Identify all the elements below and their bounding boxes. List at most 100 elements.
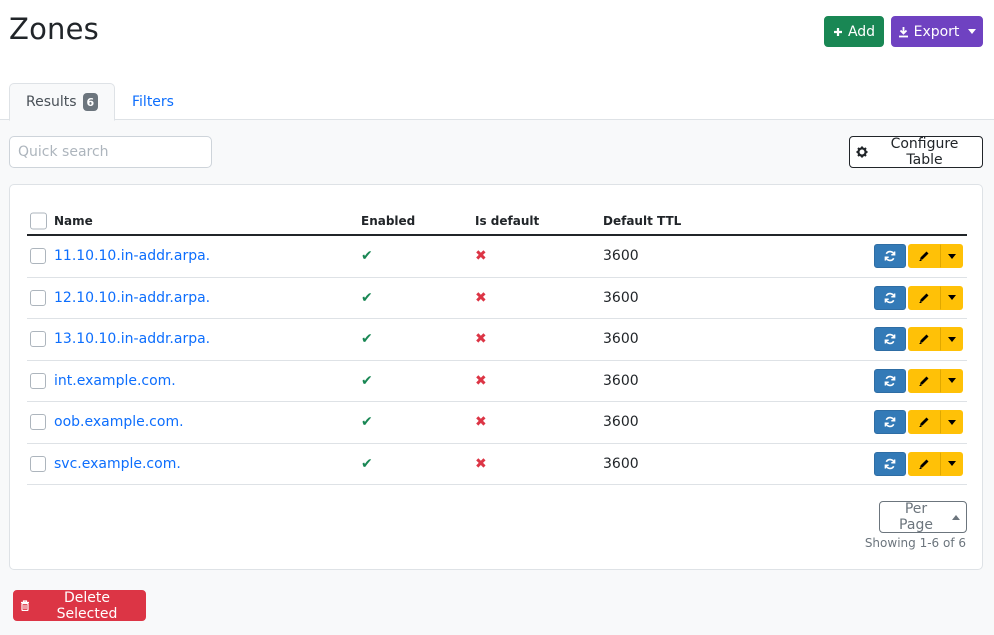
- is-default-cross-icon: ✖: [475, 248, 487, 265]
- configure-table-button[interactable]: Configure Table: [849, 136, 983, 168]
- quick-search-input[interactable]: [9, 136, 212, 168]
- per-page-label: Per Page: [899, 501, 933, 533]
- edit-dropdown-toggle[interactable]: [940, 410, 963, 435]
- caret-up-icon: [952, 514, 960, 520]
- delete-selected-label: Delete Selected: [56, 589, 118, 622]
- pencil-icon: [918, 250, 930, 262]
- edit-button[interactable]: [908, 244, 940, 269]
- sync-button[interactable]: [874, 285, 906, 310]
- page-header: Zones Add Export: [0, 0, 994, 82]
- plus-icon: [833, 27, 843, 37]
- results-count-badge: 6: [82, 93, 98, 111]
- tab-results[interactable]: Results 6: [9, 83, 115, 121]
- sync-button[interactable]: [874, 327, 906, 352]
- sync-button[interactable]: [874, 368, 906, 393]
- select-all-checkbox[interactable]: [30, 212, 47, 229]
- edit-button-group: [908, 410, 963, 435]
- caret-down-icon: [947, 461, 956, 467]
- table-row: oob.example.com. ✔ ✖ 3600: [27, 402, 967, 444]
- row-checkbox[interactable]: [30, 414, 46, 431]
- enabled-check-icon: ✔: [361, 331, 373, 348]
- zone-link[interactable]: oob.example.com.: [54, 414, 184, 430]
- edit-button[interactable]: [908, 410, 940, 435]
- default-ttl-cell: 3600: [603, 414, 639, 431]
- enabled-check-icon: ✔: [361, 372, 373, 389]
- default-ttl-cell: 3600: [603, 331, 639, 348]
- caret-down-icon: [947, 253, 956, 259]
- row-checkbox[interactable]: [30, 455, 46, 472]
- download-icon: [898, 26, 909, 38]
- sync-icon: [884, 458, 896, 470]
- default-ttl-cell: 3600: [603, 248, 639, 265]
- row-checkbox[interactable]: [30, 289, 46, 306]
- page-title: Zones: [9, 12, 99, 46]
- trash-icon: [20, 600, 30, 611]
- edit-dropdown-toggle[interactable]: [940, 327, 963, 352]
- column-header-name[interactable]: Name: [54, 214, 93, 228]
- column-header-default-ttl[interactable]: Default TTL: [603, 214, 681, 228]
- zones-table: Name Enabled Is default Default TTL 11.1…: [27, 207, 967, 485]
- table-header: Name Enabled Is default Default TTL: [27, 207, 967, 236]
- edit-dropdown-toggle[interactable]: [940, 244, 963, 269]
- export-button-label: Export: [913, 23, 960, 40]
- is-default-cross-icon: ✖: [475, 331, 487, 348]
- is-default-cross-icon: ✖: [475, 455, 487, 472]
- zone-name-cell: 13.10.10.in-addr.arpa.: [54, 331, 210, 347]
- sync-button[interactable]: [874, 244, 906, 269]
- row-checkbox[interactable]: [30, 372, 46, 389]
- enabled-check-icon: ✔: [361, 414, 373, 431]
- edit-dropdown-toggle[interactable]: [940, 285, 963, 310]
- edit-dropdown-toggle[interactable]: [940, 368, 963, 393]
- zone-name-cell: svc.example.com.: [54, 456, 181, 472]
- sync-icon: [884, 292, 896, 304]
- row-actions: [874, 285, 963, 310]
- enabled-check-icon: ✔: [361, 289, 373, 306]
- column-header-is-default[interactable]: Is default: [475, 214, 539, 228]
- edit-dropdown-toggle[interactable]: [940, 451, 963, 476]
- zone-link[interactable]: svc.example.com.: [54, 456, 181, 472]
- sync-icon: [884, 416, 896, 428]
- enabled-check-icon: ✔: [361, 248, 373, 265]
- pencil-icon: [918, 333, 930, 345]
- sync-icon: [884, 375, 896, 387]
- edit-button-group: [908, 368, 963, 393]
- caret-down-icon: [947, 295, 956, 301]
- edit-button[interactable]: [908, 368, 940, 393]
- enabled-check-icon: ✔: [361, 455, 373, 472]
- zone-link[interactable]: 11.10.10.in-addr.arpa.: [54, 248, 210, 264]
- sync-icon: [884, 333, 896, 345]
- configure-table-label: Configure Table: [890, 136, 959, 168]
- zone-link[interactable]: 12.10.10.in-addr.arpa.: [54, 290, 210, 306]
- row-actions: [874, 451, 963, 476]
- table-row: int.example.com. ✔ ✖ 3600: [27, 361, 967, 402]
- edit-button[interactable]: [908, 327, 940, 352]
- sync-button[interactable]: [874, 410, 906, 435]
- delete-selected-button[interactable]: Delete Selected: [13, 589, 146, 622]
- tab-filters[interactable]: Filters: [116, 83, 190, 121]
- is-default-cross-icon: ✖: [475, 414, 487, 431]
- edit-button[interactable]: [908, 451, 940, 476]
- row-checkbox[interactable]: [30, 248, 46, 265]
- zone-name-cell: 11.10.10.in-addr.arpa.: [54, 248, 210, 264]
- table-row: 11.10.10.in-addr.arpa. ✔ ✖ 3600: [27, 236, 967, 278]
- caret-down-icon: [947, 378, 956, 384]
- default-ttl-cell: 3600: [603, 289, 639, 306]
- gear-icon: [856, 146, 868, 158]
- export-button[interactable]: Export: [891, 16, 983, 47]
- sync-icon: [884, 250, 896, 262]
- add-button[interactable]: Add: [824, 16, 884, 47]
- tab-results-label: Results: [26, 94, 77, 110]
- per-page-dropdown[interactable]: Per Page: [879, 501, 967, 533]
- default-ttl-cell: 3600: [603, 455, 639, 472]
- pencil-icon: [918, 458, 930, 470]
- table-row: 13.10.10.in-addr.arpa. ✔ ✖ 3600: [27, 319, 967, 361]
- column-header-enabled[interactable]: Enabled: [361, 214, 415, 228]
- zone-name-cell: int.example.com.: [54, 373, 176, 389]
- zone-link[interactable]: int.example.com.: [54, 373, 176, 389]
- sync-button[interactable]: [874, 451, 906, 476]
- is-default-cross-icon: ✖: [475, 289, 487, 306]
- edit-button[interactable]: [908, 285, 940, 310]
- row-checkbox[interactable]: [30, 331, 46, 348]
- row-actions: [874, 410, 963, 435]
- zone-link[interactable]: 13.10.10.in-addr.arpa.: [54, 331, 210, 347]
